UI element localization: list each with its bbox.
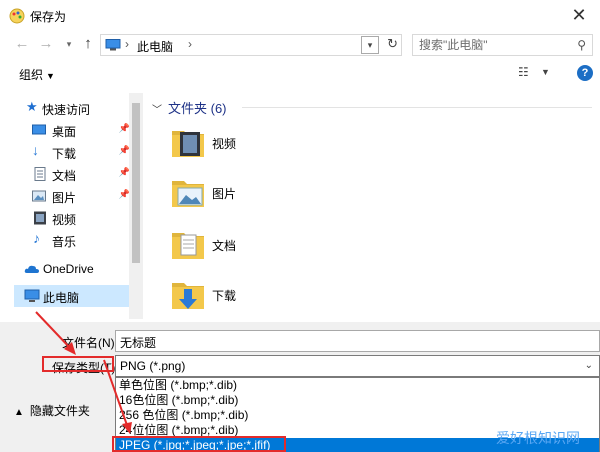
folder-item-downloads[interactable]: 下载 (168, 275, 328, 319)
up-arrow-icon[interactable]: ↑ (79, 35, 97, 53)
pictures-folder-icon (172, 181, 204, 207)
filetype-option-16-bmp[interactable]: 16色位图 (*.bmp;*.dib) (116, 393, 599, 408)
computer-icon (24, 289, 40, 302)
nav-item-desktop[interactable]: 桌面 📌 (14, 119, 130, 141)
video-folder-icon (172, 131, 204, 157)
address-dropdown-icon[interactable]: ▾ (361, 36, 379, 54)
hide-folders-label: 隐藏文件夹 (29, 404, 90, 418)
nav-item-music[interactable]: ♪ 音乐 (14, 229, 130, 251)
filetype-option-256-bmp[interactable]: 256 色位图 (*.bmp;*.dib) (116, 408, 599, 423)
window-title: 保存为 (30, 10, 67, 24)
watermark-text: 爱好根知识网 (496, 431, 580, 447)
filename-input[interactable]: 无标题 (115, 330, 600, 352)
cloud-icon (24, 265, 39, 273)
search-icon[interactable]: ⚲ (577, 38, 586, 52)
folder-item-pictures[interactable]: 图片 (168, 173, 328, 217)
recent-chevron-icon[interactable]: ▾ (60, 35, 78, 53)
folder-item-videos[interactable]: 视频 (168, 123, 328, 167)
filename-label: 文件名(N): (62, 336, 118, 350)
title-bar: 保存为 ✕ (0, 0, 600, 31)
nav-item-pictures[interactable]: 图片 📌 (14, 185, 130, 207)
nav-label: 视频 (52, 213, 77, 227)
nav-label: 图片 (52, 191, 77, 205)
document-icon (34, 167, 46, 181)
nav-label: 下载 (52, 147, 77, 161)
filetype-option-mono-bmp[interactable]: 单色位图 (*.bmp;*.dib) (116, 378, 599, 393)
video-icon (34, 211, 46, 225)
scrollbar-thumb[interactable] (132, 103, 140, 263)
music-icon: ♪ (33, 230, 40, 246)
annotation-box-jpeg-option (112, 436, 286, 452)
computer-icon (105, 39, 121, 51)
nav-item-documents[interactable]: 文档 📌 (14, 163, 130, 185)
view-options-icon[interactable]: ☷ (518, 65, 529, 79)
hide-folders-button[interactable]: ▲ 隐藏文件夹 (14, 402, 90, 419)
folder-name: 视频 (212, 137, 237, 151)
folder-name: 图片 (212, 187, 237, 201)
download-icon: ↓ (32, 142, 39, 158)
command-bar: 组织 ▼ ☷ ▼ ? (0, 62, 600, 86)
address-bar[interactable]: › 此电脑 › ▾ ↻ (100, 34, 402, 56)
breadcrumb-this-pc[interactable]: 此电脑 (137, 38, 173, 55)
downloads-folder-icon (172, 283, 204, 309)
back-arrow-icon[interactable]: ← (13, 35, 31, 53)
group-divider (242, 107, 592, 108)
nav-scrollbar[interactable] (129, 93, 143, 319)
folder-item-documents[interactable]: 文档 (168, 225, 328, 269)
breadcrumb-chevron-icon[interactable]: › (188, 37, 192, 51)
nav-label: OneDrive (43, 262, 94, 276)
annotation-box-filetype-label (42, 356, 114, 372)
paint-app-icon (9, 8, 25, 24)
folder-name: 下载 (212, 289, 237, 303)
file-list: ﹀ 文件夹 (6) 视频 图片 文档 下载 (146, 93, 600, 319)
chevron-down-icon: ﹀ (152, 105, 162, 116)
close-icon[interactable]: ✕ (568, 4, 590, 26)
organize-button[interactable]: 组织 ▼ (19, 66, 55, 83)
documents-folder-icon (172, 233, 204, 259)
chevron-down-icon[interactable]: ⌄ (585, 360, 593, 371)
nav-label: 此电脑 (43, 291, 80, 305)
nav-item-quick-access[interactable]: ★ 快速访问 (14, 97, 130, 119)
chevron-down-icon: ▼ (46, 71, 55, 81)
refresh-icon[interactable]: ↻ (387, 36, 398, 52)
search-box[interactable]: ⚲ (412, 34, 593, 56)
search-input[interactable] (419, 37, 569, 53)
filetype-select[interactable]: PNG (*.png) ⌄ (115, 355, 600, 377)
nav-label: 快速访问 (42, 103, 91, 117)
forward-arrow-icon[interactable]: → (37, 35, 55, 53)
breadcrumb-separator-icon: › (125, 37, 129, 51)
folder-name: 文档 (212, 239, 237, 253)
nav-item-this-pc[interactable]: 此电脑 (14, 285, 130, 307)
nav-label: 桌面 (52, 125, 77, 139)
filetype-selected: PNG (*.png) (120, 359, 186, 373)
chevron-up-icon: ▲ (14, 407, 24, 418)
group-header-label: 文件夹 (6) (168, 101, 227, 116)
group-header-folders[interactable]: ﹀ 文件夹 (6) (152, 98, 227, 117)
address-row: ← → ▾ ↑ › 此电脑 › ▾ ↻ ⚲ (0, 31, 600, 59)
nav-item-downloads[interactable]: ↓ 下载 📌 (14, 141, 130, 163)
desktop-icon (32, 124, 46, 135)
nav-item-onedrive[interactable]: OneDrive (14, 258, 130, 280)
nav-label: 音乐 (52, 235, 77, 249)
nav-label: 文档 (52, 169, 77, 183)
star-icon: ★ (26, 99, 38, 114)
nav-item-videos[interactable]: 视频 (14, 207, 130, 229)
help-icon[interactable]: ? (577, 65, 593, 81)
view-chevron-down-icon[interactable]: ▼ (541, 67, 550, 77)
picture-icon (32, 190, 46, 202)
organize-label: 组织 (19, 68, 44, 82)
navigation-pane: ★ 快速访问 桌面 📌 ↓ 下载 📌 文档 📌 图片 📌 视频 ♪ 音乐 One… (14, 93, 144, 319)
